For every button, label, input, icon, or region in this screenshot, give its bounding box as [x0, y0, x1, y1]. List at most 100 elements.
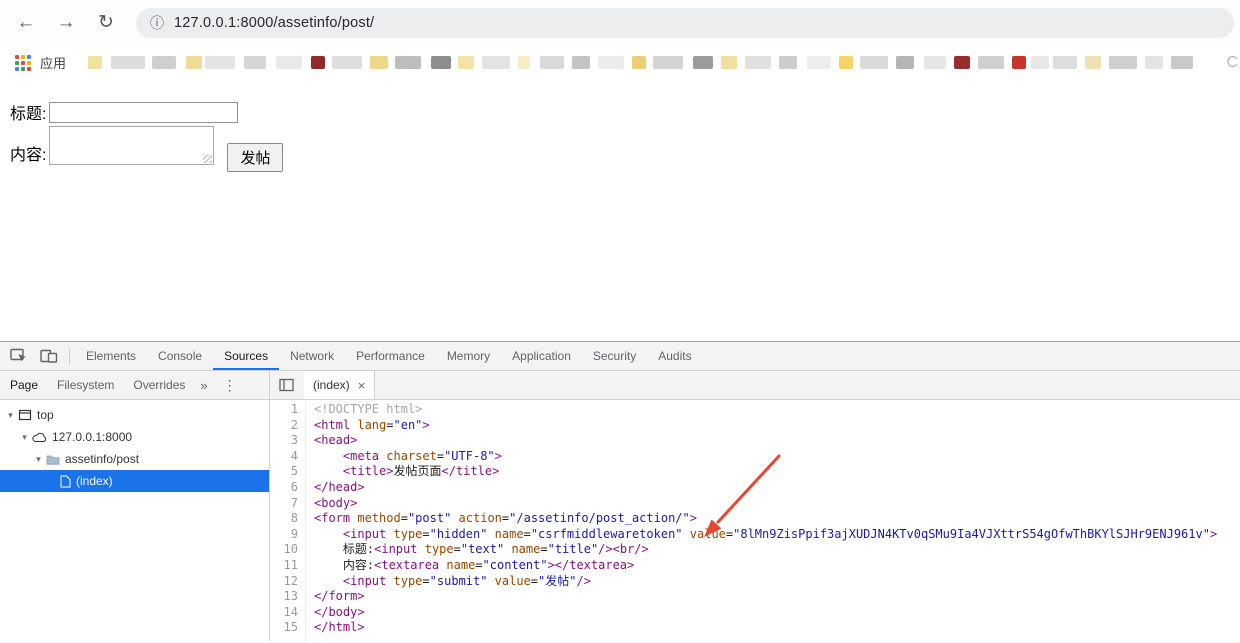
line-number[interactable]: 2 — [270, 418, 298, 434]
subtab-overrides[interactable]: Overrides — [123, 378, 194, 392]
resize-grip-icon[interactable] — [203, 154, 213, 163]
url-text[interactable]: 127.0.0.1:8000/assetinfo/post/ — [174, 15, 374, 31]
line-number[interactable]: 15 — [270, 620, 298, 636]
code-line[interactable]: <body> — [314, 496, 1217, 512]
line-number[interactable]: 7 — [270, 496, 298, 512]
bookmark-item[interactable] — [1012, 56, 1027, 69]
bookmark-item[interactable] — [1171, 56, 1194, 69]
bookmark-item[interactable] — [518, 56, 531, 69]
bookmark-item[interactable] — [152, 56, 177, 69]
bookmark-item[interactable] — [1109, 56, 1138, 69]
apps-label[interactable]: 应用 — [40, 53, 66, 72]
line-number[interactable]: 13 — [270, 589, 298, 605]
device-toolbar-icon[interactable] — [40, 348, 58, 364]
bookmark-item[interactable] — [1053, 56, 1078, 69]
line-number[interactable]: 8 — [270, 511, 298, 527]
bookmark-item[interactable] — [395, 56, 422, 69]
code-line[interactable]: </html> — [314, 620, 1217, 636]
navigator-toggle-icon[interactable] — [279, 371, 295, 399]
bookmark-item[interactable] — [1031, 56, 1050, 69]
code-line[interactable]: <html lang="en"> — [314, 418, 1217, 434]
devtools-tab-console[interactable]: Console — [147, 342, 213, 370]
tree-item-127-0-0-1-8000[interactable]: ▾ 127.0.0.1:8000 — [0, 426, 269, 448]
bookmark-item[interactable] — [860, 56, 889, 69]
line-number[interactable]: 10 — [270, 542, 298, 558]
code-line[interactable]: </body> — [314, 605, 1217, 621]
tree-item-assetinfo-post[interactable]: ▾ assetinfo/post — [0, 448, 269, 470]
bookmark-item[interactable] — [244, 56, 267, 69]
close-tab-icon[interactable]: × — [358, 378, 366, 393]
back-icon[interactable]: ← — [13, 12, 39, 34]
line-number[interactable]: 12 — [270, 574, 298, 590]
address-bar[interactable]: ⓘ 127.0.0.1:8000/assetinfo/post/ — [136, 7, 1234, 38]
bookmark-item[interactable] — [954, 56, 971, 69]
bookmark-item[interactable] — [779, 56, 798, 69]
bookmark-item[interactable] — [745, 56, 772, 69]
code-line[interactable]: <meta charset="UTF-8"> — [314, 449, 1217, 465]
devtools-tab-network[interactable]: Network — [279, 342, 345, 370]
disclosure-triangle-icon[interactable]: ▾ — [4, 410, 17, 421]
bookmark-item[interactable] — [632, 56, 647, 69]
line-number[interactable]: 6 — [270, 480, 298, 496]
code-line[interactable]: <input type="hidden" name="csrfmiddlewar… — [314, 527, 1217, 543]
bookmark-item[interactable] — [540, 56, 565, 69]
editor-tab-index[interactable]: (index) × — [304, 371, 376, 399]
line-number[interactable]: 11 — [270, 558, 298, 574]
line-number[interactable]: 14 — [270, 605, 298, 621]
reload-icon[interactable]: ↻ — [93, 11, 119, 34]
bookmark-item[interactable] — [896, 56, 915, 69]
inspect-element-icon[interactable] — [10, 348, 28, 364]
bookmark-item[interactable] — [332, 56, 363, 69]
bookmark-item[interactable] — [1145, 56, 1164, 69]
code-line[interactable]: 标题:<input type="text" name="title"/><br/… — [314, 542, 1217, 558]
disclosure-triangle-icon[interactable]: ▾ — [32, 454, 45, 465]
line-number[interactable]: 5 — [270, 464, 298, 480]
code-line[interactable]: 内容:<textarea name="content"></textarea> — [314, 558, 1217, 574]
code-line[interactable]: <!DOCTYPE html> — [314, 402, 1217, 418]
bookmark-item[interactable] — [978, 56, 1005, 69]
bookmark-item[interactable] — [839, 56, 854, 69]
devtools-tab-performance[interactable]: Performance — [345, 342, 436, 370]
line-number[interactable]: 1 — [270, 402, 298, 418]
bookmark-item[interactable] — [924, 56, 947, 69]
bookmark-item[interactable] — [431, 56, 452, 69]
disclosure-triangle-icon[interactable]: ▾ — [18, 432, 31, 443]
devtools-tab-elements[interactable]: Elements — [75, 342, 147, 370]
code-line[interactable]: <title>发帖页面</title> — [314, 464, 1217, 480]
code-line[interactable]: <head> — [314, 433, 1217, 449]
bookmark-item[interactable] — [653, 56, 684, 69]
devtools-tab-security[interactable]: Security — [582, 342, 647, 370]
bookmark-item[interactable] — [572, 56, 591, 69]
bookmark-item[interactable] — [111, 56, 146, 69]
bookmark-item[interactable] — [721, 56, 738, 69]
devtools-tab-application[interactable]: Application — [501, 342, 582, 370]
bookmark-item[interactable] — [1085, 56, 1102, 69]
line-number[interactable]: 3 — [270, 433, 298, 449]
submit-button[interactable]: 发帖 — [227, 143, 284, 172]
code-line[interactable]: <input type="submit" value="发帖"/> — [314, 574, 1217, 590]
bookmark-item[interactable] — [693, 56, 714, 69]
line-number[interactable]: 4 — [270, 449, 298, 465]
devtools-tab-audits[interactable]: Audits — [647, 342, 702, 370]
devtools-tab-sources[interactable]: Sources — [213, 342, 279, 370]
bookmark-item[interactable] — [186, 56, 203, 69]
bookmark-item[interactable] — [88, 56, 103, 69]
bookmark-item[interactable] — [807, 56, 832, 69]
content-textarea[interactable] — [49, 126, 215, 165]
more-tabs-icon[interactable]: » — [194, 378, 213, 393]
bookmark-item[interactable] — [598, 56, 625, 69]
bookmark-item[interactable] — [311, 56, 326, 69]
tree-item-top[interactable]: ▾ top — [0, 404, 269, 426]
bookmark-item[interactable] — [276, 56, 303, 69]
code-line[interactable]: </head> — [314, 480, 1217, 496]
bookmark-item[interactable] — [370, 56, 389, 69]
title-input[interactable] — [49, 101, 239, 123]
forward-icon[interactable]: → — [53, 12, 79, 34]
bookmark-item[interactable] — [205, 56, 236, 69]
subtab-page[interactable]: Page — [0, 378, 47, 392]
subtab-filesystem[interactable]: Filesystem — [47, 378, 123, 392]
bookmark-item[interactable] — [458, 56, 475, 69]
devtools-tab-memory[interactable]: Memory — [436, 342, 501, 370]
bookmark-item[interactable] — [482, 56, 511, 69]
code-line[interactable]: <form method="post" action="/assetinfo/p… — [314, 511, 1217, 527]
